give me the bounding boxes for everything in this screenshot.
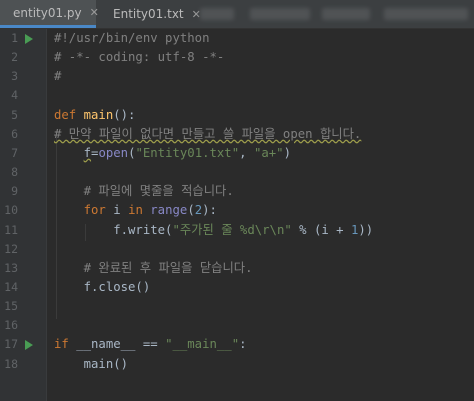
line-number: 14 bbox=[4, 279, 18, 294]
tab-entity01-txt[interactable]: Entity01.txt ✕ bbox=[100, 0, 204, 28]
code-line[interactable]: 6 # 만약 파일이 없다면 만들고 쓸 파일을 open 합니다. bbox=[0, 125, 474, 144]
code-text: if __name__ == "__main__": bbox=[54, 337, 247, 352]
line-number: 1 bbox=[11, 31, 18, 45]
code-line[interactable]: 9 # 파일에 몇줄을 적습니다. bbox=[0, 182, 474, 201]
code-line[interactable]: 5 def main(): bbox=[0, 106, 474, 125]
line-number: 4 bbox=[11, 88, 18, 103]
line-number: 8 bbox=[11, 165, 18, 180]
line-number: 17 bbox=[4, 337, 18, 352]
line-number: 2 bbox=[11, 50, 18, 65]
tab-entity01-py[interactable]: entity01.py ✕ bbox=[0, 0, 99, 28]
code-text: # 만약 파일이 없다면 만들고 쓸 파일을 open 합니다. bbox=[54, 126, 362, 141]
tab-label: Entity01.txt bbox=[113, 7, 184, 21]
code-line[interactable]: 2 # -*- coding: utf-8 -*- bbox=[0, 48, 474, 67]
line-number: 12 bbox=[4, 241, 18, 256]
code-line[interactable]: 4 bbox=[0, 86, 474, 105]
editor-tab-bar: entity01.py ✕ Entity01.txt ✕ bbox=[0, 0, 474, 29]
code-text: main() bbox=[54, 356, 129, 371]
blurred-tab bbox=[384, 8, 468, 20]
code-line[interactable]: 13 # 완료된 후 파일을 닫습니다. bbox=[0, 259, 474, 278]
code-line[interactable]: 10 for i in range(2): bbox=[0, 201, 474, 220]
line-number: 11 bbox=[4, 222, 18, 237]
blurred-tab bbox=[200, 8, 234, 20]
run-icon[interactable] bbox=[25, 340, 33, 351]
code-line[interactable]: 18 main() bbox=[0, 355, 474, 374]
blurred-tab bbox=[322, 8, 370, 20]
code-line[interactable]: 7 f=open("Entity01.txt", "a+") bbox=[0, 144, 474, 163]
code-editor[interactable]: 1 #!/usr/bin/env python 2 # -*- coding: utf… bbox=[0, 29, 474, 401]
line-number: 18 bbox=[4, 356, 18, 371]
code-text: #!/usr/bin/env python bbox=[54, 31, 210, 45]
code-line[interactable]: 3 # bbox=[0, 67, 474, 86]
line-number: 3 bbox=[11, 69, 18, 84]
code-line[interactable]: 17 if __name__ == "__main__": bbox=[0, 335, 474, 354]
line-number: 13 bbox=[4, 260, 18, 275]
code-text: f.write("주가된 줄 %d\r\n" % (i + 1)) bbox=[54, 222, 374, 237]
code-line[interactable]: 12 bbox=[0, 240, 474, 259]
line-number: 10 bbox=[4, 203, 18, 218]
code-text: # bbox=[54, 69, 62, 84]
blurred-tab bbox=[250, 8, 310, 20]
code-text: f=open("Entity01.txt", "a+") bbox=[83, 145, 291, 160]
code-text: # 완료된 후 파일을 닫습니다. bbox=[54, 260, 253, 275]
line-number: 16 bbox=[4, 318, 18, 333]
code-text: for i in range(2): bbox=[83, 203, 217, 218]
line-number: 6 bbox=[11, 126, 18, 141]
run-icon[interactable] bbox=[25, 34, 33, 44]
line-number: 5 bbox=[11, 107, 18, 122]
code-line[interactable]: 16 bbox=[0, 316, 474, 335]
code-text: f.close() bbox=[54, 279, 151, 294]
code-line[interactable]: 1 #!/usr/bin/env python bbox=[0, 29, 474, 48]
code-line[interactable]: 8 bbox=[0, 163, 474, 182]
line-number: 7 bbox=[11, 145, 18, 160]
tab-label: entity01.py bbox=[13, 5, 82, 20]
code-line[interactable]: 14 f.close() bbox=[0, 278, 474, 297]
close-tab-icon[interactable]: ✕ bbox=[90, 6, 99, 19]
line-number: 9 bbox=[11, 184, 18, 199]
code-text: # 파일에 몇줄을 적습니다. bbox=[54, 184, 234, 199]
line-number: 15 bbox=[4, 299, 18, 314]
code-line[interactable]: 11 f.write("주가된 줄 %d\r\n" % (i + 1)) bbox=[0, 221, 474, 240]
code-text: # -*- coding: utf-8 -*- bbox=[54, 50, 225, 65]
code-text: def main(): bbox=[54, 107, 136, 122]
code-line[interactable]: 15 bbox=[0, 297, 474, 316]
